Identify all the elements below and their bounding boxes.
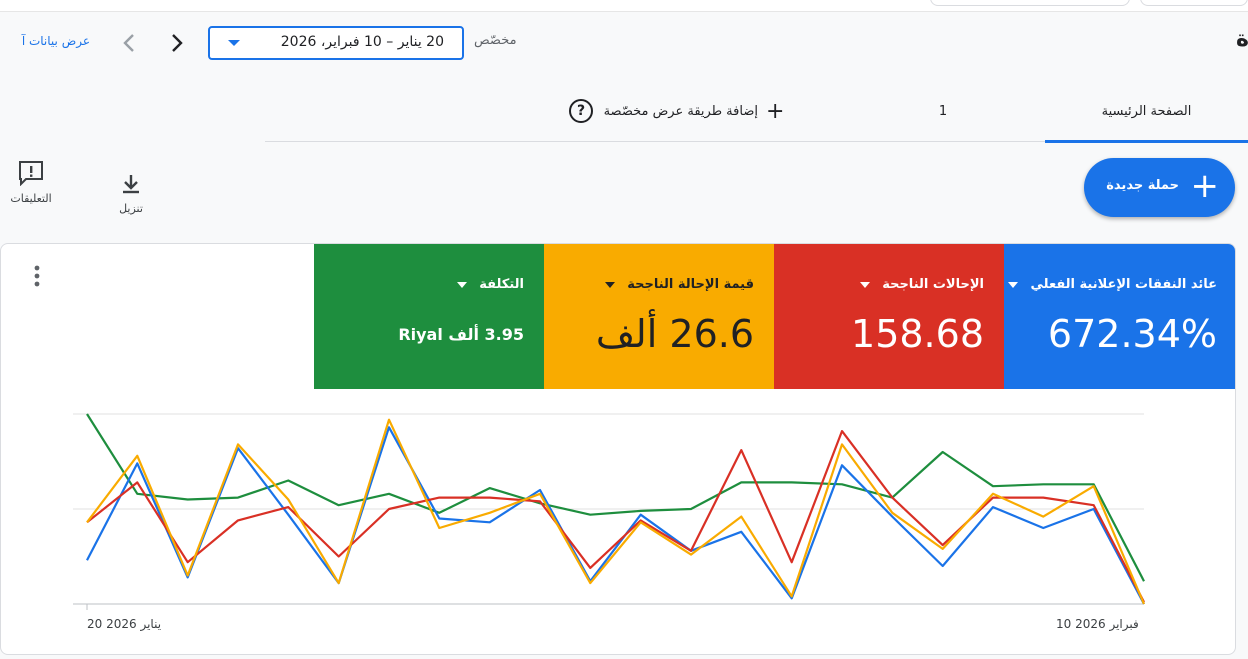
- add-custom-view-button[interactable]: + إضافة طريقة عرض مخصّصة: [594, 80, 794, 142]
- view-tabs: الصفحة الرئيسية 1 + إضافة طريقة عرض مخصّ…: [265, 80, 1248, 143]
- metric-label: الإحالات الناجحة: [859, 277, 984, 292]
- date-preset-label: مخصّص: [474, 33, 517, 48]
- metric-label-text: عائد النفقات الإعلانية الفعلي: [1030, 277, 1217, 292]
- metric-label-text: الإحالات الناجحة: [882, 277, 984, 292]
- metric-value: 158.68: [851, 312, 984, 356]
- metric-value: 672.34%: [1047, 312, 1217, 356]
- new-campaign-label: حملة جديدة: [1106, 178, 1179, 193]
- caret-down-icon: [604, 281, 615, 288]
- metric-card-conversion-value[interactable]: قيمة الإحالة الناجحة 26.6 ألف: [544, 244, 774, 389]
- plus-icon: +: [1190, 166, 1220, 206]
- line-chart-svg: [73, 413, 1146, 610]
- download-label: تنزيل: [119, 202, 143, 215]
- header-bar: ة مخصّص 20 يناير – 10 فبراير، 2026 عرض ب…: [0, 13, 1248, 73]
- x-tick-start: 20 يناير 2026: [87, 617, 162, 631]
- date-range-text: 20 يناير – 10 فبراير، 2026: [280, 34, 444, 50]
- metric-card-conversions[interactable]: الإحالات الناجحة 158.68: [774, 244, 1004, 389]
- dropdown-arrow-icon: [228, 40, 240, 46]
- chevron-right-icon[interactable]: [162, 28, 192, 58]
- feedback-label: التعليقات: [10, 192, 52, 205]
- metric-label: عائد النفقات الإعلانية الفعلي: [1007, 277, 1217, 292]
- metric-label-text: التكلفة: [479, 277, 524, 292]
- top-toolbar-strip: [0, 0, 1248, 12]
- chevron-left-icon[interactable]: [114, 28, 144, 58]
- metric-value: 26.6 ألف: [595, 312, 754, 356]
- download-icon: [123, 175, 139, 194]
- metric-card-roas[interactable]: عائد النفقات الإعلانية الفعلي 672.34%: [1004, 244, 1235, 389]
- metric-value: 3.95 ألف Riyal: [398, 325, 524, 344]
- add-custom-view-label: إضافة طريقة عرض مخصّصة: [603, 103, 758, 119]
- date-range-picker[interactable]: 20 يناير – 10 فبراير، 2026: [208, 26, 464, 60]
- metric-label: التكلفة: [456, 277, 524, 292]
- download-button[interactable]: تنزيل: [106, 172, 156, 215]
- feedback-icon: [19, 161, 43, 186]
- help-icon[interactable]: ?: [569, 99, 593, 123]
- caret-down-icon: [456, 281, 467, 288]
- plus-icon: +: [765, 98, 785, 124]
- more-vert-icon[interactable]: [27, 262, 47, 290]
- metric-label-text: قيمة الإحالة الناجحة: [627, 277, 754, 292]
- feedback-button[interactable]: التعليقات: [6, 160, 56, 205]
- search-pill[interactable]: [930, 0, 1130, 6]
- view-data-link[interactable]: عرض بيانات آ: [0, 34, 90, 48]
- new-campaign-button[interactable]: + حملة جديدة: [1084, 158, 1235, 217]
- tab-home[interactable]: الصفحة الرئيسية: [1045, 80, 1248, 143]
- tab-one[interactable]: 1: [928, 80, 958, 142]
- metric-card-cost[interactable]: التكلفة 3.95 ألف Riyal: [314, 244, 544, 389]
- caret-down-icon: [859, 281, 870, 288]
- caret-down-icon: [1007, 281, 1018, 288]
- account-pill[interactable]: [1140, 0, 1248, 6]
- page-title: ة: [1236, 27, 1248, 52]
- performance-card: عائد النفقات الإعلانية الفعلي 672.34% ال…: [0, 243, 1236, 655]
- series-line-3[interactable]: [86, 413, 1145, 582]
- performance-chart: 20 يناير 2026 10 فبراير 2026: [1, 389, 1235, 654]
- x-tick-end: 10 فبراير 2026: [1056, 617, 1139, 631]
- metric-label: قيمة الإحالة الناجحة: [604, 277, 754, 292]
